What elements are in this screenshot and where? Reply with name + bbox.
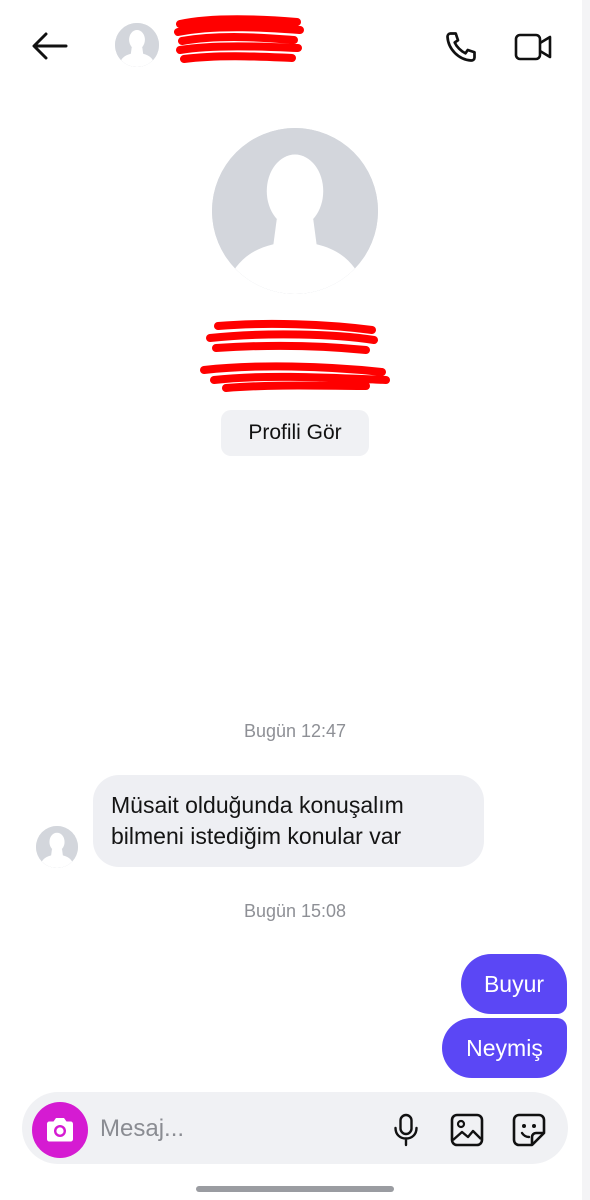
message-input[interactable] — [100, 1106, 380, 1152]
microphone-icon — [394, 1113, 418, 1147]
phone-icon — [446, 32, 476, 62]
camera-icon — [47, 1118, 73, 1142]
incoming-message-bubble[interactable]: Müsait olduğunda konuşalım bilmeni isted… — [93, 775, 484, 867]
timestamp: Bugün 15:08 — [243, 901, 347, 921]
gallery-button[interactable] — [446, 1110, 488, 1150]
contact-avatar[interactable] — [115, 23, 159, 67]
outgoing-message-bubble[interactable]: Neymiş — [442, 1018, 567, 1078]
home-indicator[interactable] — [196, 1186, 394, 1192]
sender-avatar[interactable] — [36, 826, 78, 868]
message-composer — [22, 1092, 568, 1164]
video-camera-icon — [514, 33, 552, 61]
back-button[interactable] — [28, 26, 72, 66]
video-call-button[interactable] — [510, 27, 556, 67]
view-profile-button[interactable]: Profili Gör — [221, 410, 369, 456]
chat-screen: Profili Gör Bugün 12:47 Müsait olduğunda… — [0, 0, 590, 1200]
redacted-profile-info — [200, 319, 390, 392]
sticker-button[interactable] — [508, 1110, 550, 1150]
timestamp: Bugün 12:47 — [243, 721, 347, 741]
profile-avatar — [212, 128, 378, 294]
default-avatar-icon — [115, 23, 159, 67]
chat-header — [0, 0, 580, 92]
sticker-icon — [512, 1113, 546, 1147]
camera-button[interactable] — [32, 1102, 88, 1158]
image-icon — [450, 1113, 484, 1147]
redacted-contact-name[interactable] — [172, 14, 307, 68]
default-avatar-icon — [36, 826, 78, 868]
arrow-left-icon — [32, 32, 68, 60]
right-edge — [582, 0, 590, 1200]
default-avatar-icon — [212, 128, 378, 294]
call-button[interactable] — [440, 27, 482, 67]
message-text-line: Müsait olduğunda konuşalım — [111, 792, 404, 818]
voice-message-button[interactable] — [386, 1110, 426, 1150]
outgoing-message-bubble[interactable]: Buyur — [461, 954, 567, 1014]
message-text-line: bilmeni istediğim konular var — [111, 823, 402, 849]
